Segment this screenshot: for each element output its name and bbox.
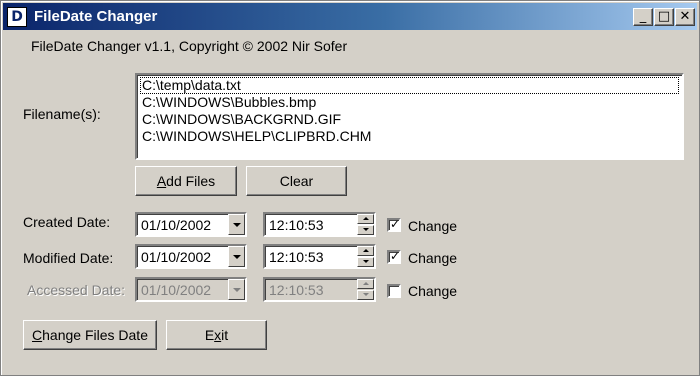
accessed-date-label: Accessed Date: xyxy=(27,282,126,298)
modified-date-dropdown-button[interactable] xyxy=(228,246,245,267)
created-time-up-button[interactable] xyxy=(357,214,374,224)
modified-time-field[interactable]: 12:10:53 xyxy=(263,244,376,269)
created-date-value: 01/10/2002 xyxy=(141,217,212,233)
accessed-change-label[interactable]: Change xyxy=(408,282,457,300)
arrow-down-icon xyxy=(363,260,369,263)
exit-label-end: it xyxy=(221,327,229,343)
created-change-label[interactable]: Change xyxy=(408,217,457,235)
chevron-down-icon xyxy=(233,255,241,259)
created-time-down-button[interactable] xyxy=(357,225,374,235)
close-button[interactable]: ✕ xyxy=(675,8,695,26)
maximize-button[interactable]: □ xyxy=(654,8,674,26)
created-change-checkbox[interactable]: ✓ xyxy=(387,217,401,232)
file-list[interactable]: C:\temp\data.txt C:\WINDOWS\Bubbles.bmp … xyxy=(135,73,684,160)
exit-label-start: E xyxy=(204,327,215,343)
arrow-down-icon xyxy=(363,293,369,296)
accessed-time-up-button xyxy=(357,279,374,289)
arrow-down-icon xyxy=(363,228,369,231)
modified-change-checkbox[interactable]: ✓ xyxy=(387,249,401,264)
modified-date-picker[interactable]: 01/10/2002 xyxy=(135,244,247,269)
chevron-down-icon xyxy=(233,288,241,292)
modified-change-label[interactable]: Change xyxy=(408,249,457,267)
modified-time-up-button[interactable] xyxy=(357,246,374,256)
modified-date-label: Modified Date: xyxy=(23,250,114,266)
accessed-date-picker: 01/10/2002 xyxy=(135,277,247,302)
created-date-picker[interactable]: 01/10/2002 xyxy=(135,212,247,237)
clear-button[interactable]: Clear xyxy=(246,166,347,196)
modified-date-value: 01/10/2002 xyxy=(141,249,212,265)
app-icon: D xyxy=(7,7,27,27)
checkmark-icon: ✓ xyxy=(390,217,401,231)
accessed-time-down-button xyxy=(357,290,374,300)
add-files-accel: A xyxy=(156,173,167,189)
accessed-date-value: 01/10/2002 xyxy=(141,282,212,298)
accessed-date-dropdown-button xyxy=(228,279,245,300)
minimize-button[interactable]: _ xyxy=(633,8,653,26)
file-list-item[interactable]: C:\WINDOWS\HELP\CLIPBRD.CHM xyxy=(140,128,679,145)
arrow-up-icon xyxy=(363,217,369,220)
file-list-item[interactable]: C:\WINDOWS\Bubbles.bmp xyxy=(140,94,679,111)
file-list-item[interactable]: C:\temp\data.txt xyxy=(140,77,679,94)
created-date-label: Created Date: xyxy=(23,214,111,230)
filedate-changer-window: D FileDate Changer _ □ ✕ FileDate Change… xyxy=(0,0,700,376)
created-time-field[interactable]: 12:10:53 xyxy=(263,212,376,237)
accessed-time-value: 12:10:53 xyxy=(269,282,324,298)
created-time-value: 12:10:53 xyxy=(269,217,324,233)
window-title: FileDate Changer xyxy=(34,8,158,25)
accessed-time-field: 12:10:53 xyxy=(263,277,376,302)
checkmark-icon: ✓ xyxy=(390,249,401,263)
exit-button[interactable]: Exit xyxy=(166,320,267,350)
created-date-dropdown-button[interactable] xyxy=(228,214,245,235)
change-files-date-accel: C xyxy=(32,327,43,343)
filenames-label: Filename(s): xyxy=(23,106,101,122)
file-list-item[interactable]: C:\WINDOWS\BACKGRND.GIF xyxy=(140,111,679,128)
modified-time-down-button[interactable] xyxy=(357,257,374,267)
change-files-date-button[interactable]: Change Files Date xyxy=(23,320,157,350)
change-files-date-label: hange Files Date xyxy=(42,327,148,343)
arrow-up-icon xyxy=(363,282,369,285)
chevron-down-icon xyxy=(233,223,241,227)
add-files-button[interactable]: Add Files xyxy=(135,166,237,196)
accessed-change-checkbox[interactable] xyxy=(387,284,401,298)
copyright-text: FileDate Changer v1.1, Copyright © 2002 … xyxy=(31,38,348,54)
arrow-up-icon xyxy=(363,249,369,252)
add-files-label: dd Files xyxy=(166,173,216,189)
title-bar[interactable]: D FileDate Changer _ □ ✕ xyxy=(3,3,697,30)
modified-time-value: 12:10:53 xyxy=(269,249,324,265)
